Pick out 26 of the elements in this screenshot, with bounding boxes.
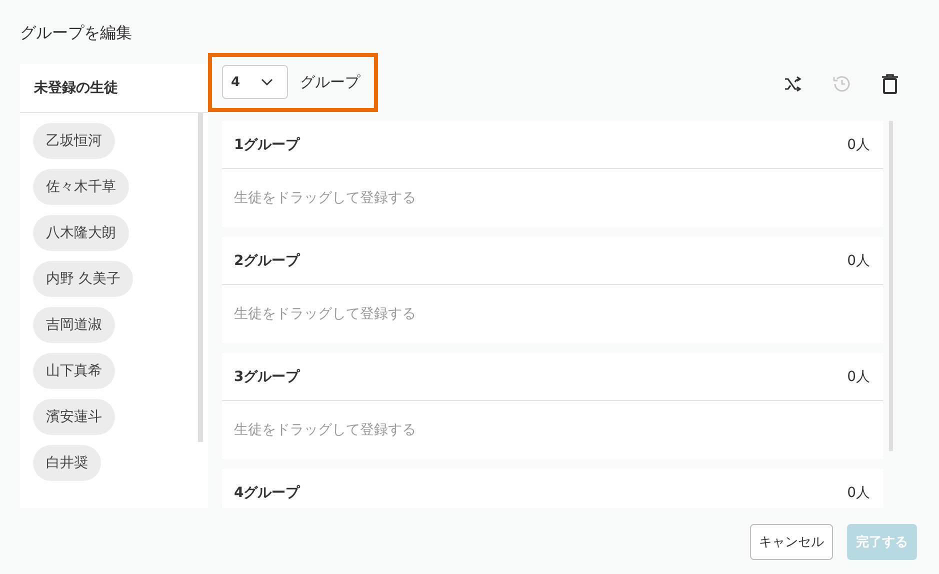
drop-hint: 生徒をドラッグして登録する: [234, 305, 416, 323]
group-name: 4グループ: [234, 484, 300, 502]
group-count-label: グループ: [300, 72, 360, 92]
group-name: 3グループ: [234, 368, 300, 386]
member-count: 0人: [847, 252, 870, 270]
scrollbar[interactable]: [198, 113, 203, 442]
chevron-down-icon: [261, 78, 273, 86]
student-chip[interactable]: 吉岡道淑: [33, 307, 115, 343]
member-count: 0人: [847, 136, 870, 154]
dialog-title: グループを編集: [20, 22, 133, 44]
group-count-select[interactable]: 4: [222, 65, 288, 99]
drop-hint: 生徒をドラッグして登録する: [234, 421, 416, 439]
member-count: 0人: [847, 368, 870, 386]
member-count: 0人: [847, 484, 870, 502]
cancel-button[interactable]: キャンセル: [750, 524, 833, 560]
student-chip[interactable]: 山下真希: [33, 353, 115, 389]
student-chip[interactable]: 内野 久美子: [33, 261, 134, 297]
student-chip[interactable]: 八木隆大朗: [33, 215, 129, 251]
group-name: 1グループ: [234, 136, 300, 154]
panel-title: 未登録の生徒: [20, 64, 208, 113]
group-name: 2グループ: [234, 252, 300, 270]
student-chip[interactable]: 佐々木千草: [33, 169, 129, 205]
student-chip[interactable]: 濱安蓮斗: [33, 399, 115, 435]
drop-hint: 生徒をドラッグして登録する: [234, 189, 416, 207]
student-chip[interactable]: 乙坂恒河: [33, 123, 115, 159]
student-chip[interactable]: 白井奨: [33, 445, 101, 481]
